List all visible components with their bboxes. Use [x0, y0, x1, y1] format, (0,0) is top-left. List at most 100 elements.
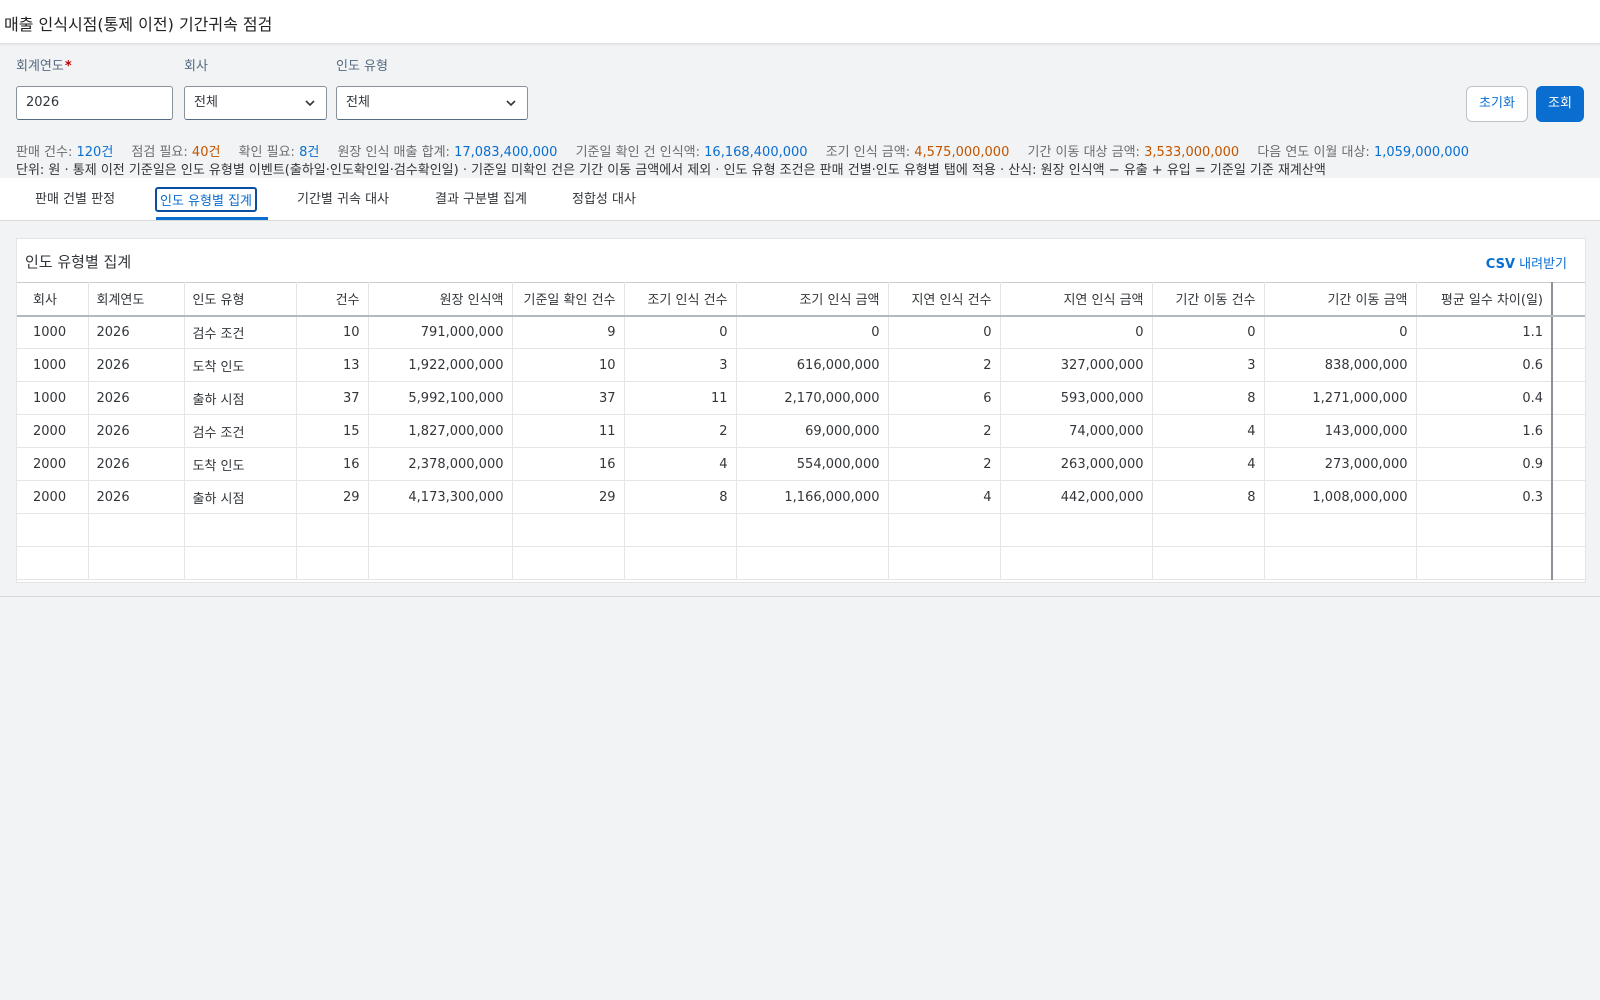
empty-cell [296, 513, 369, 547]
active-tab-indicator [156, 217, 268, 220]
empty-cell [1000, 513, 1153, 547]
table-cell: 2,378,000,000 [368, 447, 513, 481]
tab-by-period[interactable]: 기간별 귀속 대사 [297, 188, 389, 207]
empty-cell [512, 546, 625, 580]
table-cell: 2000 [17, 480, 89, 514]
table-cell: 4 [888, 480, 1001, 514]
table-row[interactable]: 2000 2026 검수 조건 15 1,827,000,000 11 2 69,000,00… [17, 414, 1585, 448]
tab-consistency[interactable]: 정합성 대사 [572, 188, 636, 207]
chevron-down-icon [305, 100, 315, 107]
table-cell: 1,922,000,000 [368, 348, 513, 382]
stat-check-needed: 점검 필요: 40건 [131, 145, 221, 160]
table-cell: 263,000,000 [1000, 447, 1153, 481]
empty-cell [512, 513, 625, 547]
table-cell: 1,008,000,000 [1264, 480, 1417, 514]
column-header[interactable]: 조기 인식 금액 [736, 282, 889, 317]
table-cell: 2026 [88, 348, 185, 382]
table-cell: 593,000,000 [1000, 381, 1153, 415]
column-header[interactable]: 건수 [296, 282, 369, 317]
table-cell: 1000 [17, 348, 89, 382]
column-header[interactable]: 기간 이동 건수 [1152, 282, 1265, 317]
column-header[interactable]: 회사 [17, 282, 89, 317]
table-cell: 0 [736, 315, 889, 349]
summary-stats: 판매 건수: 120건 점검 필요: 40건 확인 필요: 8건 원장 인식 매… [16, 141, 1483, 160]
csv-download-link[interactable]: CSV 내려받기 [1486, 253, 1567, 272]
delivery-type-label: 인도 유형 [336, 59, 388, 74]
table-cell: 2 [888, 447, 1001, 481]
column-header[interactable]: 평균 일수 차이(일) [1416, 282, 1553, 317]
table-cell: 74,000,000 [1000, 414, 1153, 448]
tab-by-result[interactable]: 결과 구분별 집계 [435, 188, 527, 207]
page-title: 매출 인식시점(통제 이전) 기간귀속 점검 [4, 15, 273, 34]
column-header[interactable]: 기준일 확인 건수 [512, 282, 625, 317]
company-select[interactable]: 전체 [184, 86, 327, 120]
table-cell: 11 [624, 381, 737, 415]
delivery-type-select[interactable]: 전체 [336, 86, 528, 120]
reset-button[interactable]: 초기화 [1466, 86, 1528, 122]
table-cell: 29 [512, 480, 625, 514]
empty-cell [88, 546, 185, 580]
table-cell: 2 [888, 414, 1001, 448]
table-cell: 10 [296, 315, 369, 349]
column-header[interactable]: 기간 이동 금액 [1264, 282, 1417, 317]
company-field: 회사 전체 [184, 58, 327, 120]
search-button[interactable]: 조회 [1536, 86, 1584, 122]
scroll-gutter [1551, 447, 1585, 481]
scroll-gutter [1551, 414, 1585, 448]
table-cell: 2026 [88, 414, 185, 448]
table-body: 1000 2026 검수 조건 10 791,000,000 9 0 0 0 0 0 0 1.1 1000… [17, 315, 1585, 580]
empty-cell [1152, 513, 1265, 547]
column-header[interactable]: 조기 인식 건수 [624, 282, 737, 317]
table-row[interactable]: 1000 2026 출하 시점 37 5,992,100,000 37 11 2,170,00… [17, 381, 1585, 415]
column-header[interactable]: 회계연도 [88, 282, 185, 317]
table-row[interactable]: 2000 2026 출하 시점 29 4,173,300,000 29 8 1,166,000… [17, 480, 1585, 514]
table-cell: 16 [296, 447, 369, 481]
fiscal-year-field: 회계연도* 2026 [16, 58, 173, 120]
tab-by-sale[interactable]: 판매 건별 판정 [35, 188, 115, 207]
table-cell: 1000 [17, 381, 89, 415]
tab-by-delivery-type[interactable]: 인도 유형별 집계 [155, 187, 257, 212]
summary-table: 회사 회계연도 인도 유형 건수 원장 인식액 기준일 확인 건수 조기 인식 … [17, 282, 1585, 580]
table-cell: 442,000,000 [1000, 480, 1153, 514]
stat-carryover-amount: 다음 연도 이월 대상: 1,059,000,000 [1257, 145, 1470, 160]
empty-cell [888, 546, 1001, 580]
table-row[interactable]: 2000 2026 도착 인도 16 2,378,000,000 16 4 554,000,0… [17, 447, 1585, 481]
empty-cell [736, 546, 889, 580]
table-cell: 도착 인도 [184, 447, 297, 481]
scroll-gutter [1551, 282, 1585, 317]
table-cell: 3 [624, 348, 737, 382]
table-cell: 4 [624, 447, 737, 481]
table-cell: 2026 [88, 447, 185, 481]
table-row[interactable]: 1000 2026 검수 조건 10 791,000,000 9 0 0 0 0 0 0 1.1 [17, 315, 1585, 349]
table-cell: 출하 시점 [184, 480, 297, 514]
table-cell: 6 [888, 381, 1001, 415]
scroll-gutter [1551, 546, 1585, 580]
table-cell: 0 [624, 315, 737, 349]
unit-note: 단위: 원 · 통제 이전 기준일은 인도 유형별 이벤트(출하일·인도확인일·… [16, 163, 1326, 178]
table-cell: 8 [1152, 381, 1265, 415]
table-cell: 69,000,000 [736, 414, 889, 448]
table-cell: 37 [512, 381, 625, 415]
table-cell: 1,166,000,000 [736, 480, 889, 514]
table-cell: 15 [296, 414, 369, 448]
table-cell: 1.1 [1416, 315, 1553, 349]
table-cell: 도착 인도 [184, 348, 297, 382]
empty-cell [17, 513, 89, 547]
stat-shift-amount: 기간 이동 대상 금액: 3,533,000,000 [1027, 145, 1240, 160]
table-cell: 검수 조건 [184, 414, 297, 448]
column-header[interactable]: 지연 인식 금액 [1000, 282, 1153, 317]
table-cell: 2 [888, 348, 1001, 382]
empty-cell [1416, 546, 1553, 580]
table-cell: 13 [296, 348, 369, 382]
stat-early-amount: 조기 인식 금액: 4,575,000,000 [825, 145, 1010, 160]
table-cell: 2,170,000,000 [736, 381, 889, 415]
column-header[interactable]: 원장 인식액 [368, 282, 513, 317]
fiscal-year-input[interactable]: 2026 [16, 86, 173, 120]
table-cell: 791,000,000 [368, 315, 513, 349]
empty-cell [184, 546, 297, 580]
empty-cell [736, 513, 889, 547]
table-cell: 327,000,000 [1000, 348, 1153, 382]
column-header[interactable]: 지연 인식 건수 [888, 282, 1001, 317]
table-row[interactable]: 1000 2026 도착 인도 13 1,922,000,000 10 3 616,000,0… [17, 348, 1585, 382]
column-header[interactable]: 인도 유형 [184, 282, 297, 317]
